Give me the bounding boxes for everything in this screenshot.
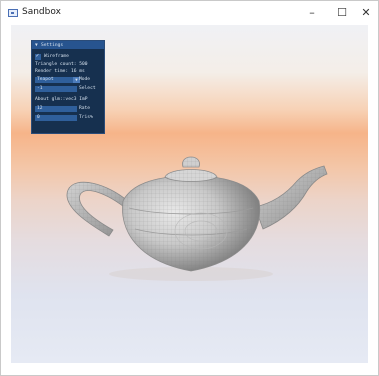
close-button[interactable]: ✕ [351, 1, 379, 25]
rate-label: Rate [79, 106, 91, 111]
app-window: Sandbox – ☐ ✕ ▼ Settings ✓ Wireframe Tri… [0, 0, 379, 376]
app-icon [8, 9, 18, 17]
collapse-arrow-icon[interactable]: ▼ [35, 43, 38, 48]
settings-panel[interactable]: ▼ Settings Wireframe Triangle count: 500… [31, 40, 105, 134]
triangle-count-text: Triangle count: 500 [35, 62, 88, 67]
panel-title: Settings [41, 42, 64, 48]
rate-field[interactable]: 12 [35, 106, 77, 112]
target-combo[interactable]: Teapot ▼ [35, 77, 80, 83]
wireframe-label: Wireframe [44, 54, 69, 59]
about-text: About glm::vec3 ImP [35, 97, 88, 102]
panel-title-bar[interactable]: ▼ Settings [32, 41, 104, 49]
render-time-text: Render time: 16 ms [35, 69, 85, 74]
minimize-button[interactable]: – [297, 1, 327, 25]
window-title: Sandbox [22, 7, 61, 17]
tris-field[interactable]: 0 [35, 115, 77, 121]
wireframe-checkbox[interactable] [35, 53, 41, 60]
title-bar: Sandbox – ☐ ✕ [1, 1, 378, 25]
target-combo-value: Teapot [37, 77, 54, 82]
select-label: Select [79, 86, 96, 91]
tris-label: Tris% [79, 115, 93, 120]
mode-label: Mode [79, 77, 91, 82]
select-field[interactable]: -1 [35, 86, 77, 92]
